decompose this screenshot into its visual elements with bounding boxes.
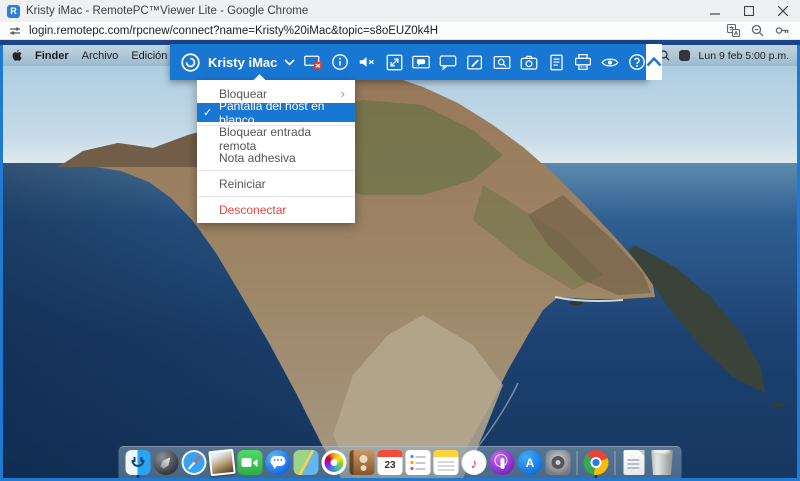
menu-item-reiniciar[interactable]: Reiniciar [197,174,355,193]
fullscreen-icon[interactable] [385,53,403,71]
chevron-up-icon [646,57,662,67]
menu-item-desconectar[interactable]: Desconectar [197,200,355,219]
running-indicator [136,475,140,478]
menubar-app-finder[interactable]: Finder [35,50,69,62]
dock-contacts-icon[interactable] [349,450,375,475]
menu-separator [197,196,355,197]
host-menu-chevron-icon[interactable] [284,58,295,66]
screen-chat-icon[interactable] [412,53,431,71]
apple-menu-icon[interactable] [11,49,22,62]
macos-dock: ⋯ 23 ♪ A [118,446,682,478]
dock-music-icon[interactable]: ♪ [461,450,487,475]
remotepc-logo-icon [180,52,201,73]
checkmark-icon: ✓ [203,107,213,119]
minimize-button[interactable] [698,0,732,22]
host-name: Kristy iMac [208,54,278,70]
dock-photos-icon[interactable] [321,450,347,475]
browser-urlbar[interactable]: login.remotepc.com/rpcnew/connect?name=K… [0,22,800,40]
blank-screen-eye-icon[interactable] [601,53,619,71]
dock-facetime-icon[interactable] [237,450,263,475]
whiteboard-icon[interactable] [466,53,484,71]
dock-safari-icon[interactable] [181,450,207,475]
snapshot-camera-icon[interactable] [520,53,538,71]
dock-podcasts-icon[interactable] [489,450,515,475]
dock-calendar-icon[interactable]: 23 [377,450,403,475]
browser-titlebar: R Kristy iMac - RemotePC™Viewer Lite - G… [0,0,800,22]
dock-appstore-icon[interactable]: A [517,450,543,475]
zoom-icon[interactable] [751,24,764,37]
dock-downloads-icon[interactable] [622,450,647,475]
close-button[interactable] [766,0,800,22]
menu-item-nota-adhesiva[interactable]: Nota adhesiva [197,148,355,167]
remote-desktop-screen[interactable]: Finder Archivo Edición Visualización Lun… [0,45,800,481]
dock-system-preferences-icon[interactable] [545,450,571,475]
menubar-menu-edicion[interactable]: Edición [131,50,167,62]
dock-separator [614,450,616,475]
dock-trash-icon[interactable] [650,450,675,475]
dock-reminders-icon[interactable] [405,450,431,475]
host-dropdown-menu: Bloquear › ✓ Pantalla del host en blanco… [197,80,355,223]
menu-separator [197,170,355,171]
menubar-clock[interactable]: Lun 9 feb 5:00 p.m. [699,50,789,62]
remotepc-favicon: R [7,4,20,18]
siri-icon[interactable] [678,50,690,61]
collapse-toolbar-button[interactable] [646,44,663,80]
help-icon[interactable] [628,53,646,71]
dock-separator [576,450,578,475]
notes-document-icon[interactable] [547,53,565,71]
dock-launchpad-icon[interactable] [153,450,179,475]
menu-item-bloquear-entrada-remota[interactable]: Bloquear entrada remota [197,125,355,153]
dock-maps-icon[interactable] [293,450,319,475]
info-icon[interactable] [331,53,349,71]
running-indicator [594,475,598,478]
menu-item-pantalla-del-host-en-blanco[interactable]: ✓ Pantalla del host en blanco [197,99,355,127]
remotepc-toolbar: Kristy iMac [170,44,663,80]
dock-preview-icon[interactable] [208,448,236,477]
dock-notes-icon[interactable] [433,450,459,475]
translate-icon[interactable] [727,24,740,37]
maximize-button[interactable] [732,0,766,22]
window-controls [698,0,800,22]
catalina-wallpaper [3,45,797,478]
site-settings-icon[interactable] [9,25,21,37]
dock-finder-icon[interactable] [125,450,151,478]
dock-chrome-icon[interactable] [583,450,609,478]
remote-print-icon[interactable] [574,53,592,71]
chat-icon[interactable] [439,53,457,71]
file-search-icon[interactable] [493,53,511,71]
url-text[interactable]: login.remotepc.com/rpcnew/connect?name=K… [29,25,727,37]
password-key-icon[interactable] [775,24,789,37]
menubar-menu-archivo[interactable]: Archivo [82,50,119,62]
dock-messages-icon[interactable]: ⋯ [265,450,291,475]
monitor-x-icon[interactable] [304,53,323,71]
window-title: Kristy iMac - RemotePC™Viewer Lite - Goo… [26,5,309,17]
mute-icon[interactable] [358,53,376,71]
